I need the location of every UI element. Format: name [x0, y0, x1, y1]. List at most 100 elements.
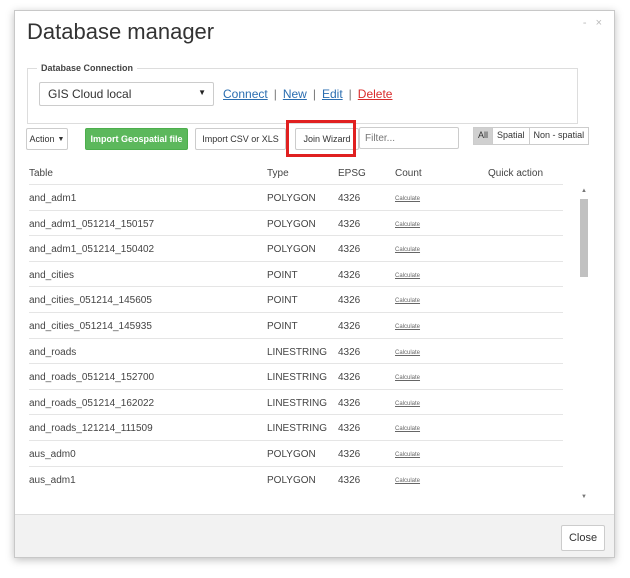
- window-controls: - ×: [583, 17, 605, 29]
- table-row[interactable]: aus_adm0 POLYGON 4326 Calculate: [29, 439, 563, 466]
- import-geospatial-button[interactable]: Import Geospatial file: [85, 128, 188, 150]
- action-label: Action: [29, 134, 55, 144]
- header-quick-action: Quick action: [488, 168, 544, 179]
- cell-epsg: 4326: [338, 474, 361, 486]
- calculate-link[interactable]: Calculate: [395, 222, 420, 228]
- edit-link[interactable]: Edit: [322, 87, 343, 101]
- calculate-link[interactable]: Calculate: [395, 196, 420, 202]
- cell-type: LINESTRING: [267, 372, 328, 384]
- import-csv-button[interactable]: Import CSV or XLS: [195, 128, 286, 150]
- connection-legend: Database Connection: [37, 63, 138, 73]
- caret-down-icon: ▼: [57, 135, 65, 143]
- cell-table-name: and_roads_051214_152700: [29, 372, 155, 384]
- connect-link[interactable]: Connect: [223, 87, 268, 101]
- calculate-link[interactable]: Calculate: [395, 375, 420, 381]
- table-row[interactable]: and_cities_051214_145605 POINT 4326 Calcula…: [29, 286, 563, 312]
- cell-type: POLYGON: [267, 244, 316, 256]
- header-epsg: EPSG: [338, 168, 366, 179]
- table-row[interactable]: aus_adm1 POLYGON 4326 Calculate: [29, 465, 563, 492]
- join-wizard-highlight: [286, 120, 356, 157]
- cell-type: POLYGON: [267, 218, 316, 230]
- table-row[interactable]: and_roads LINESTRING 4326 Calculate: [29, 337, 563, 364]
- close-button[interactable]: Close: [561, 525, 605, 551]
- cell-table-name: aus_adm1: [29, 474, 76, 486]
- calculate-link[interactable]: Calculate: [395, 478, 420, 484]
- cell-type: POINT: [267, 320, 298, 332]
- cell-table-name: and_roads_051214_162022: [29, 397, 155, 409]
- separator: |: [312, 87, 316, 101]
- cell-epsg: 4326: [338, 269, 361, 281]
- scroll-up-icon[interactable]: ▲: [580, 188, 588, 194]
- cell-epsg: 4326: [338, 448, 361, 460]
- calculate-link[interactable]: Calculate: [395, 247, 420, 253]
- cell-table-name: and_roads: [29, 346, 77, 358]
- separator: |: [273, 87, 277, 101]
- connection-links: Connect | New | Edit | Delete: [223, 87, 392, 101]
- dialog-footer: Close: [15, 514, 614, 557]
- caret-down-icon: ▼: [198, 88, 206, 97]
- cell-type: POINT: [267, 269, 298, 281]
- cell-epsg: 4326: [338, 193, 361, 204]
- action-dropdown-button[interactable]: Action ▼: [26, 128, 68, 150]
- database-select-value: GIS Cloud local: [48, 87, 132, 101]
- cell-type: POLYGON: [267, 448, 316, 460]
- separator: |: [348, 87, 352, 101]
- cell-epsg: 4326: [338, 397, 361, 409]
- cell-epsg: 4326: [338, 346, 361, 358]
- cell-table-name: and_cities: [29, 269, 75, 281]
- cell-epsg: 4326: [338, 320, 361, 332]
- scroll-thumb[interactable]: [580, 199, 588, 277]
- new-link[interactable]: New: [283, 87, 307, 101]
- calculate-link[interactable]: Calculate: [395, 324, 420, 330]
- calculate-link[interactable]: Calculate: [395, 401, 420, 407]
- table-row[interactable]: and_roads_121214_111509 LINESTRING 4326 Cal…: [29, 414, 563, 440]
- cell-table-name: and_cities_051214_145935: [29, 320, 152, 332]
- cell-type: LINESTRING: [267, 423, 328, 435]
- segment-spatial[interactable]: Spatial: [492, 127, 530, 145]
- database-connection-group: Database Connection GIS Cloud local ▼ Co…: [27, 63, 578, 124]
- cell-type: LINESTRING: [267, 397, 328, 409]
- cell-table-name: aus_adm0: [29, 448, 76, 460]
- database-manager-dialog: Database manager - × Database Connection…: [14, 10, 615, 558]
- table-row[interactable]: and_roads_051214_162022 LINESTRING 4326 Cal…: [29, 388, 563, 415]
- table-body: and_adm1 POLYGON 4326 Calculate and_adm1_051…: [29, 184, 563, 500]
- header-table: Table: [29, 168, 53, 179]
- table-scrollbar[interactable]: ▲ ▼: [580, 188, 588, 500]
- close-icon[interactable]: ×: [596, 17, 605, 29]
- cell-epsg: 4326: [338, 244, 361, 256]
- database-select[interactable]: GIS Cloud local ▼: [39, 82, 214, 106]
- cell-table-name: and_roads_121214_111509: [29, 423, 153, 435]
- table-row[interactable]: and_cities POINT 4326 Calculate: [29, 260, 563, 287]
- cell-table-name: and_adm1_051214_150402: [29, 244, 155, 256]
- table-header: Table Type EPSG Count Quick action: [29, 168, 589, 184]
- cell-table-name: and_cities_051214_145605: [29, 295, 152, 307]
- cell-table-name: and_adm1_051214_150157: [29, 218, 155, 230]
- header-count: Count: [395, 168, 422, 179]
- header-type: Type: [267, 168, 289, 179]
- table-row[interactable]: and_adm1 POLYGON 4326 Calculate: [29, 184, 563, 210]
- segment-non-spatial[interactable]: Non - spatial: [528, 127, 590, 145]
- table-row[interactable]: and_adm1_051214_150402 POLYGON 4326 Calcula…: [29, 235, 563, 261]
- table-type-filter: All Spatial Non - spatial: [473, 127, 590, 145]
- calculate-link[interactable]: Calculate: [395, 426, 420, 432]
- table-row[interactable]: and_roads_051214_152700 LINESTRING 4326 Cal…: [29, 363, 563, 389]
- calculate-link[interactable]: Calculate: [395, 452, 420, 458]
- cell-epsg: 4326: [338, 295, 361, 307]
- dialog-title: Database manager: [27, 19, 215, 44]
- cell-table-name: and_adm1: [29, 193, 77, 204]
- delete-link[interactable]: Delete: [358, 87, 393, 101]
- calculate-link[interactable]: Calculate: [395, 350, 420, 356]
- calculate-link[interactable]: Calculate: [395, 273, 420, 279]
- cell-type: POINT: [267, 295, 298, 307]
- cell-type: POLYGON: [267, 474, 316, 486]
- table-row[interactable]: and_adm1_051214_150157 POLYGON 4326 Calcula…: [29, 209, 563, 236]
- filter-input[interactable]: [359, 127, 459, 149]
- minimize-icon[interactable]: -: [583, 17, 590, 29]
- cell-type: LINESTRING: [267, 346, 328, 358]
- table-row[interactable]: and_cities_051214_145935 POINT 4326 Calcula…: [29, 311, 563, 338]
- cell-epsg: 4326: [338, 423, 361, 435]
- cell-epsg: 4326: [338, 372, 361, 384]
- scroll-down-icon[interactable]: ▼: [580, 494, 588, 500]
- segment-all[interactable]: All: [473, 127, 494, 145]
- calculate-link[interactable]: Calculate: [395, 298, 420, 304]
